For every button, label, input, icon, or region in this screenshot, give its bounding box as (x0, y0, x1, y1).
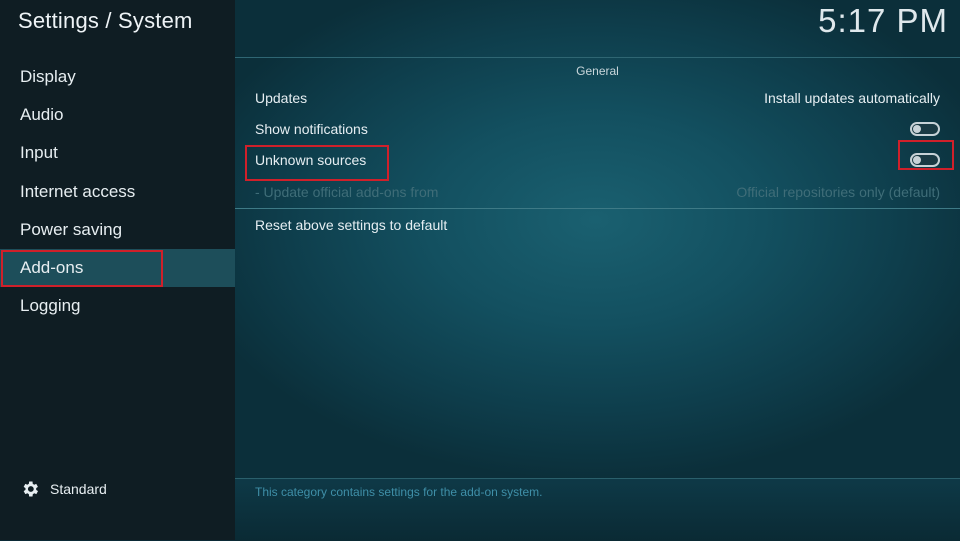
sidebar-item-power-saving[interactable]: Power saving (0, 211, 235, 249)
gear-icon (20, 479, 40, 499)
kodi-settings-window: Settings / System Display Audio Input In… (0, 0, 960, 541)
reset-settings-label: Reset above settings to default (255, 217, 448, 233)
setting-unknown-sources[interactable]: Unknown sources (245, 140, 954, 181)
sidebar-item-label: Logging (20, 296, 81, 316)
sidebar-item-internet-access[interactable]: Internet access (0, 173, 235, 211)
description-bar: This category contains settings for the … (235, 478, 960, 541)
settings-level-button[interactable]: Standard (20, 478, 107, 500)
sidebar-item-input[interactable]: Input (0, 134, 235, 172)
sidebar-item-label: Audio (20, 105, 64, 125)
sidebar: Settings / System Display Audio Input In… (0, 0, 235, 540)
sidebar-item-label: Display (20, 67, 76, 86)
setting-value: Install updates automatically (764, 90, 940, 106)
setting-value: Official repositories only (default) (736, 184, 940, 200)
setting-updates[interactable]: Updates Install updates automatically (255, 85, 940, 111)
settings-level-label: Standard (50, 481, 107, 497)
setting-label: Show notifications (255, 121, 368, 137)
page-title: Settings / System (18, 8, 193, 33)
settings-category-list: Display Audio Input Internet access Powe… (0, 58, 235, 325)
highlight-box-unknown-sources (245, 145, 389, 181)
sidebar-item-audio[interactable]: Audio (0, 96, 235, 134)
sidebar-item-label: Input (20, 143, 58, 163)
reset-settings-button[interactable]: Reset above settings to default (255, 212, 940, 238)
sidebar-item-add-ons[interactable]: Add-ons (0, 248, 235, 288)
sidebar-item-display[interactable]: Display (0, 58, 235, 96)
divider (235, 208, 960, 209)
show-notifications-toggle[interactable] (910, 122, 940, 136)
sidebar-item-label: Internet access (20, 181, 136, 201)
highlight-box-unknown-sources-toggle (898, 140, 954, 170)
highlight-box-add-ons (1, 249, 163, 287)
setting-label: - Update official add-ons from (255, 184, 439, 200)
setting-show-notifications[interactable]: Show notifications (255, 116, 940, 142)
clock: 5:17 PM (818, 2, 948, 39)
group-header-general: General (235, 57, 960, 84)
category-description: This category contains settings for the … (255, 485, 543, 499)
sidebar-item-logging[interactable]: Logging (0, 287, 235, 325)
setting-label: Updates (255, 90, 308, 106)
settings-panel: 5:17 PM General Updates Install updates … (235, 0, 960, 541)
sidebar-item-label: Power saving (20, 219, 123, 239)
setting-update-official-add-ons-from: - Update official add-ons from Official … (255, 179, 940, 205)
